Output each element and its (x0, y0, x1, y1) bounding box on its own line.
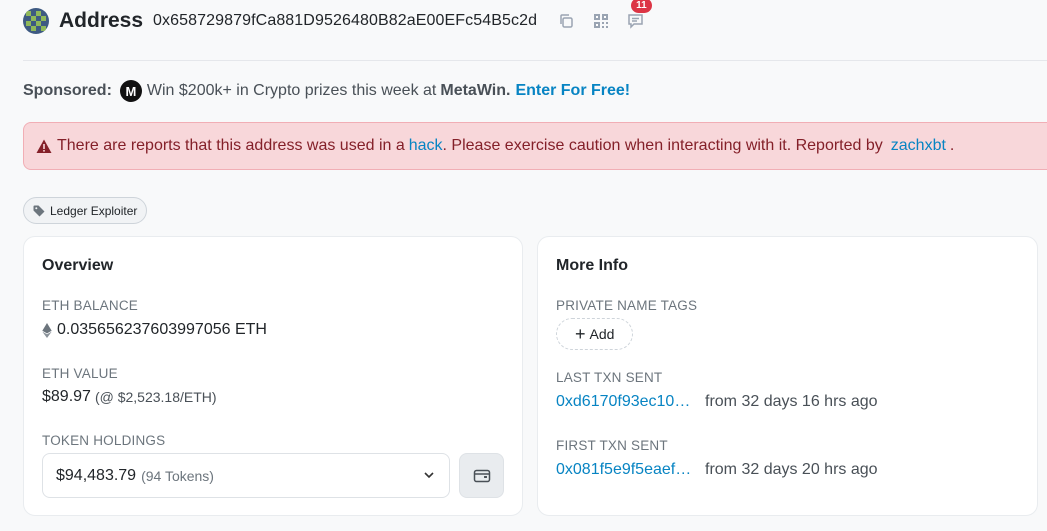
last-txn-hash-link[interactable]: 0xd6170f93ec10d5e8a1 (556, 393, 696, 411)
first-txn-age: from 32 days 20 hrs ago (705, 461, 878, 478)
chevron-down-icon (424, 472, 434, 479)
wallet-button[interactable] (459, 453, 504, 498)
hack-link[interactable]: hack (409, 137, 443, 155)
more-info-title: More Info (556, 257, 628, 274)
reporter-link[interactable]: zachxbt (891, 137, 946, 155)
eth-balance: 0.035656237603997056 ETH (42, 321, 267, 339)
last-txn: 0xd6170f93ec10d5e8a1 from 32 days 16 hrs… (556, 393, 878, 411)
last-txn-age: from 32 days 16 hrs ago (705, 393, 878, 410)
plus-icon: + (575, 324, 586, 344)
wallet-icon (473, 469, 490, 482)
eth-value-label: ETH VALUE (42, 366, 118, 381)
add-button-label: Add (589, 326, 615, 342)
address-avatar (23, 8, 49, 34)
address-hash: 0x658729879fCa881D9526480B82aE00EFc54B5c… (153, 12, 538, 29)
qr-code-icon[interactable] (592, 13, 609, 30)
address-header: Address 0x658729879fCa881D9526480B82aE00… (23, 0, 652, 36)
token-holdings-value: $94,483.79 (56, 466, 137, 484)
overview-title: Overview (42, 257, 114, 274)
eth-price: (@ $2,523.18/ETH) (94, 389, 217, 405)
add-name-tag-button[interactable]: + Add (556, 318, 634, 350)
eth-value: $89.97 (@ $2,523.18/ETH) (42, 388, 217, 406)
page-title: Address (59, 9, 144, 32)
token-holdings-dropdown[interactable]: $94,483.79 (94 Tokens) (42, 453, 450, 498)
token-count: (94 Tokens) (141, 467, 214, 484)
tag-label: Ledger Exploiter (50, 203, 138, 218)
token-holdings-label: TOKEN HOLDINGS (42, 433, 166, 448)
label-tag[interactable]: Ledger Exploiter (23, 197, 148, 224)
header-divider (23, 60, 1047, 61)
tag-icon (33, 205, 45, 216)
eth-value-amount: $89.97 (42, 388, 91, 405)
copy-icon[interactable] (557, 13, 574, 30)
sponsored-brand: MetaWin. (440, 82, 511, 99)
sponsored-label: Sponsored: (23, 82, 112, 99)
ethereum-icon (42, 322, 52, 338)
first-txn: 0x081f5e9f5eaef2c3b7 from 32 days 20 hrs… (556, 461, 878, 479)
last-txn-label: LAST TXN SENT (556, 370, 663, 385)
first-txn-label: FIRST TXN SENT (556, 438, 668, 453)
hack-warning-alert: There are reports that this address was … (23, 122, 1047, 170)
sponsored-cta-link[interactable]: Enter For Free! (515, 82, 630, 100)
alert-text-middle: . Please exercise caution when interacti… (442, 137, 883, 154)
comment-count-badge: 11 (631, 0, 652, 13)
warning-icon (36, 139, 52, 153)
first-txn-hash-link[interactable]: 0x081f5e9f5eaef2c3b7 (556, 461, 696, 479)
alert-text-before: There are reports that this address was … (57, 137, 405, 154)
metawin-logo-icon: M (119, 80, 142, 102)
alert-text-after: . (949, 137, 955, 154)
private-name-tags-label: PRIVATE NAME TAGS (556, 298, 698, 313)
eth-balance-value: 0.035656237603997056 ETH (57, 321, 267, 338)
comment-icon[interactable]: 11 (627, 0, 652, 30)
overview-card: Overview ETH BALANCE 0.03565623760399705… (23, 236, 523, 516)
sponsored-banner: Sponsored: M Win $200k+ in Crypto prizes… (23, 80, 630, 102)
sponsored-text: Win $200k+ in Crypto prizes this week at (146, 82, 437, 99)
more-info-card: More Info PRIVATE NAME TAGS + Add LAST T… (537, 236, 1038, 516)
eth-balance-label: ETH BALANCE (42, 298, 138, 313)
